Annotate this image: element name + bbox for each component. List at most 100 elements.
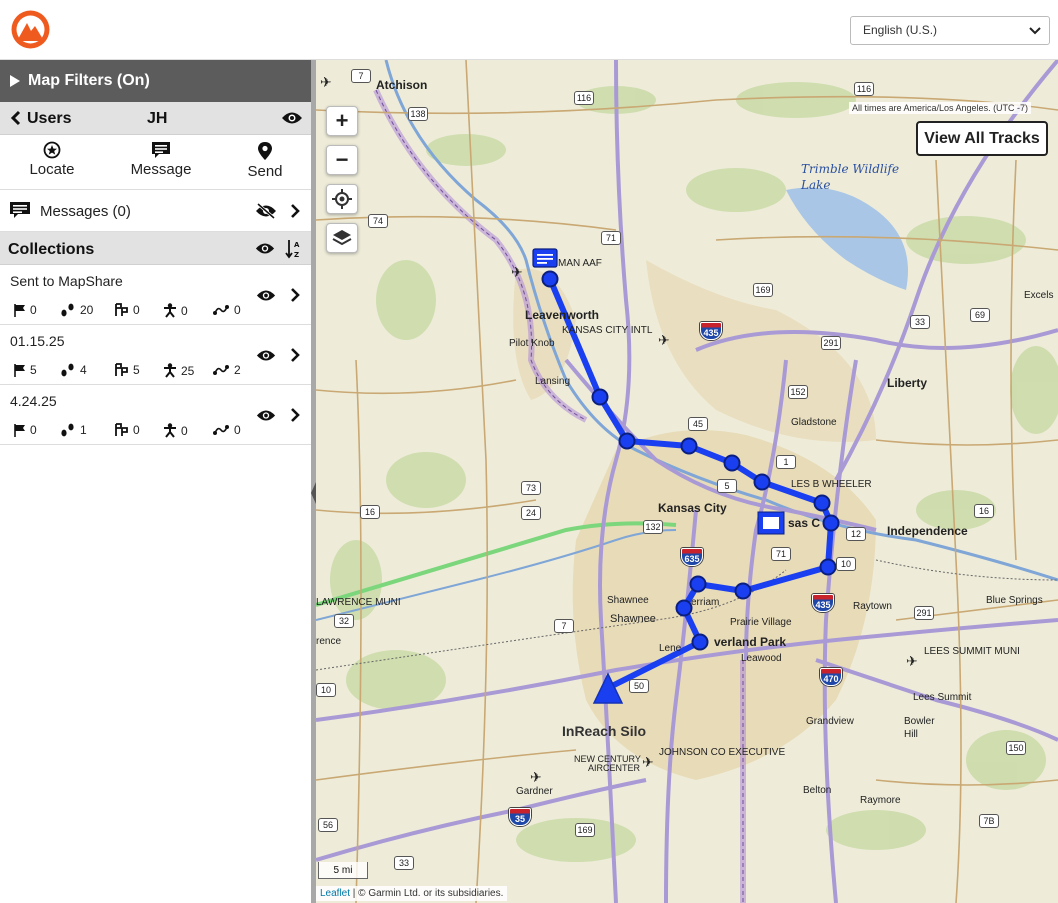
- route-shield: 74: [368, 214, 388, 228]
- track-point[interactable]: [618, 432, 636, 450]
- route-shield: 12: [846, 527, 866, 541]
- locate-label: Locate: [29, 161, 75, 178]
- zoom-out-button[interactable]: −: [326, 145, 358, 175]
- route-shield: 32: [334, 614, 354, 628]
- route-shield: 1: [776, 455, 796, 469]
- route-shield: 10: [836, 557, 856, 571]
- airport-icon: ✈: [906, 653, 918, 669]
- track-point[interactable]: [689, 575, 707, 593]
- route-icon: [213, 365, 229, 375]
- track-layer: [532, 248, 840, 704]
- sort-alpha-icon[interactable]: AZ: [285, 239, 301, 259]
- eye-icon[interactable]: [256, 289, 276, 302]
- device-triangle-marker[interactable]: [592, 672, 624, 704]
- language-select[interactable]: English (U.S.): [850, 16, 1050, 45]
- map-label: Gladstone: [791, 417, 837, 428]
- map-attribution: Leaflet | © Garmin Ltd. or its subsidiar…: [316, 886, 508, 901]
- locate-icon: [43, 141, 61, 159]
- collection-stat-flags: 5: [14, 363, 37, 377]
- track-point[interactable]: [691, 633, 709, 651]
- route-shield: 24: [521, 506, 541, 520]
- route-icon: [213, 305, 229, 315]
- cluster-marker-icon[interactable]: [757, 511, 785, 535]
- chevron-right-icon[interactable]: [290, 348, 300, 362]
- map-label: LEES SUMMIT MUNI: [924, 646, 1020, 657]
- track-point[interactable]: [591, 388, 609, 406]
- chevron-left-icon[interactable]: [10, 110, 22, 126]
- caret-right-icon: [10, 75, 20, 87]
- airport-icon: ✈: [642, 754, 654, 770]
- chevron-right-icon[interactable]: [290, 288, 300, 302]
- airport-icon: ✈: [511, 264, 523, 280]
- stat-value: 0: [30, 423, 37, 437]
- track-point[interactable]: [822, 514, 840, 532]
- chevron-right-icon[interactable]: [290, 204, 300, 218]
- leaflet-link[interactable]: Leaflet: [320, 888, 350, 899]
- route-icon: [213, 425, 229, 435]
- interstate-shield: 635: [681, 548, 703, 566]
- timezone-note: All times are America/Los Angeles. (UTC …: [849, 102, 1032, 114]
- track-point[interactable]: [541, 270, 559, 288]
- user-initials: JH: [147, 110, 168, 127]
- eye-icon[interactable]: [256, 349, 276, 362]
- message-button[interactable]: Message: [116, 141, 206, 178]
- messages-row[interactable]: Messages (0): [0, 190, 311, 232]
- track-point[interactable]: [723, 454, 741, 472]
- view-all-tracks-button[interactable]: View All Tracks: [916, 121, 1048, 156]
- route-shield: 56: [318, 818, 338, 832]
- route-shield: 132: [643, 520, 663, 534]
- users-label[interactable]: Users: [27, 110, 71, 128]
- track-point[interactable]: [734, 582, 752, 600]
- collection-stat-flags: 0: [14, 423, 37, 437]
- track-point[interactable]: [819, 558, 837, 576]
- garmin-explore-logo-icon[interactable]: [10, 9, 51, 50]
- route-shield: 150: [1006, 741, 1026, 755]
- map-filters-toggle[interactable]: Map Filters (On): [0, 60, 311, 102]
- track-point[interactable]: [675, 599, 693, 617]
- stat-value: 0: [30, 303, 37, 317]
- zoom-in-button[interactable]: +: [326, 106, 358, 136]
- map-label: Leawood: [741, 653, 782, 664]
- map-label: Lene: [659, 643, 682, 654]
- map-label: rence: [316, 636, 342, 647]
- collection-item[interactable]: 4.24.25 0 1 0 0 0: [0, 385, 311, 445]
- crosshair-icon: [332, 189, 352, 209]
- eye-slash-icon[interactable]: [255, 203, 277, 219]
- map-label: Prairie Village: [730, 617, 792, 628]
- map-label: Atchison: [376, 78, 428, 92]
- map-label: Lees Summit: [913, 692, 972, 703]
- layers-button[interactable]: [326, 223, 358, 253]
- chevron-right-icon[interactable]: [290, 408, 300, 422]
- track-point[interactable]: [680, 437, 698, 455]
- collections-header: Collections AZ: [0, 232, 311, 265]
- collection-item[interactable]: Sent to MapShare 0 20 0 0 0: [0, 265, 311, 325]
- message-marker-icon[interactable]: [532, 248, 558, 268]
- track-point[interactable]: [753, 473, 771, 491]
- eye-icon[interactable]: [256, 409, 276, 422]
- language-select-value: English (U.S.): [863, 23, 938, 37]
- footprints-icon: [61, 363, 74, 377]
- eye-icon[interactable]: [281, 111, 303, 125]
- message-icon: [152, 142, 170, 158]
- airport-icon: ✈: [530, 769, 542, 785]
- collection-name: 01.15.25: [10, 333, 65, 349]
- svg-text:A: A: [294, 241, 300, 249]
- eye-icon[interactable]: [255, 242, 275, 255]
- scale-bar: 5 mi: [318, 862, 368, 879]
- stat-value: 4: [80, 363, 87, 377]
- collection-stat-tracks: 20: [60, 303, 93, 317]
- locate-me-button[interactable]: [326, 184, 358, 214]
- route-shield: 71: [771, 547, 791, 561]
- route-shield: 169: [575, 823, 595, 837]
- chevron-down-icon: [1029, 27, 1041, 35]
- collection-item[interactable]: 01.15.25 5 4 5 25 2: [0, 325, 311, 385]
- send-button[interactable]: Send: [220, 141, 310, 180]
- device-label: InReach Silo: [562, 723, 647, 739]
- map-label: Lansing: [535, 376, 571, 387]
- track-point[interactable]: [813, 494, 831, 512]
- map-view[interactable]: Atchison MAN AAF Leavenworth KANSAS CITY…: [316, 60, 1058, 903]
- locate-button[interactable]: Locate: [7, 141, 97, 178]
- message-icon: [10, 202, 30, 218]
- stat-value: 0: [181, 303, 188, 318]
- send-pin-icon: [258, 142, 272, 160]
